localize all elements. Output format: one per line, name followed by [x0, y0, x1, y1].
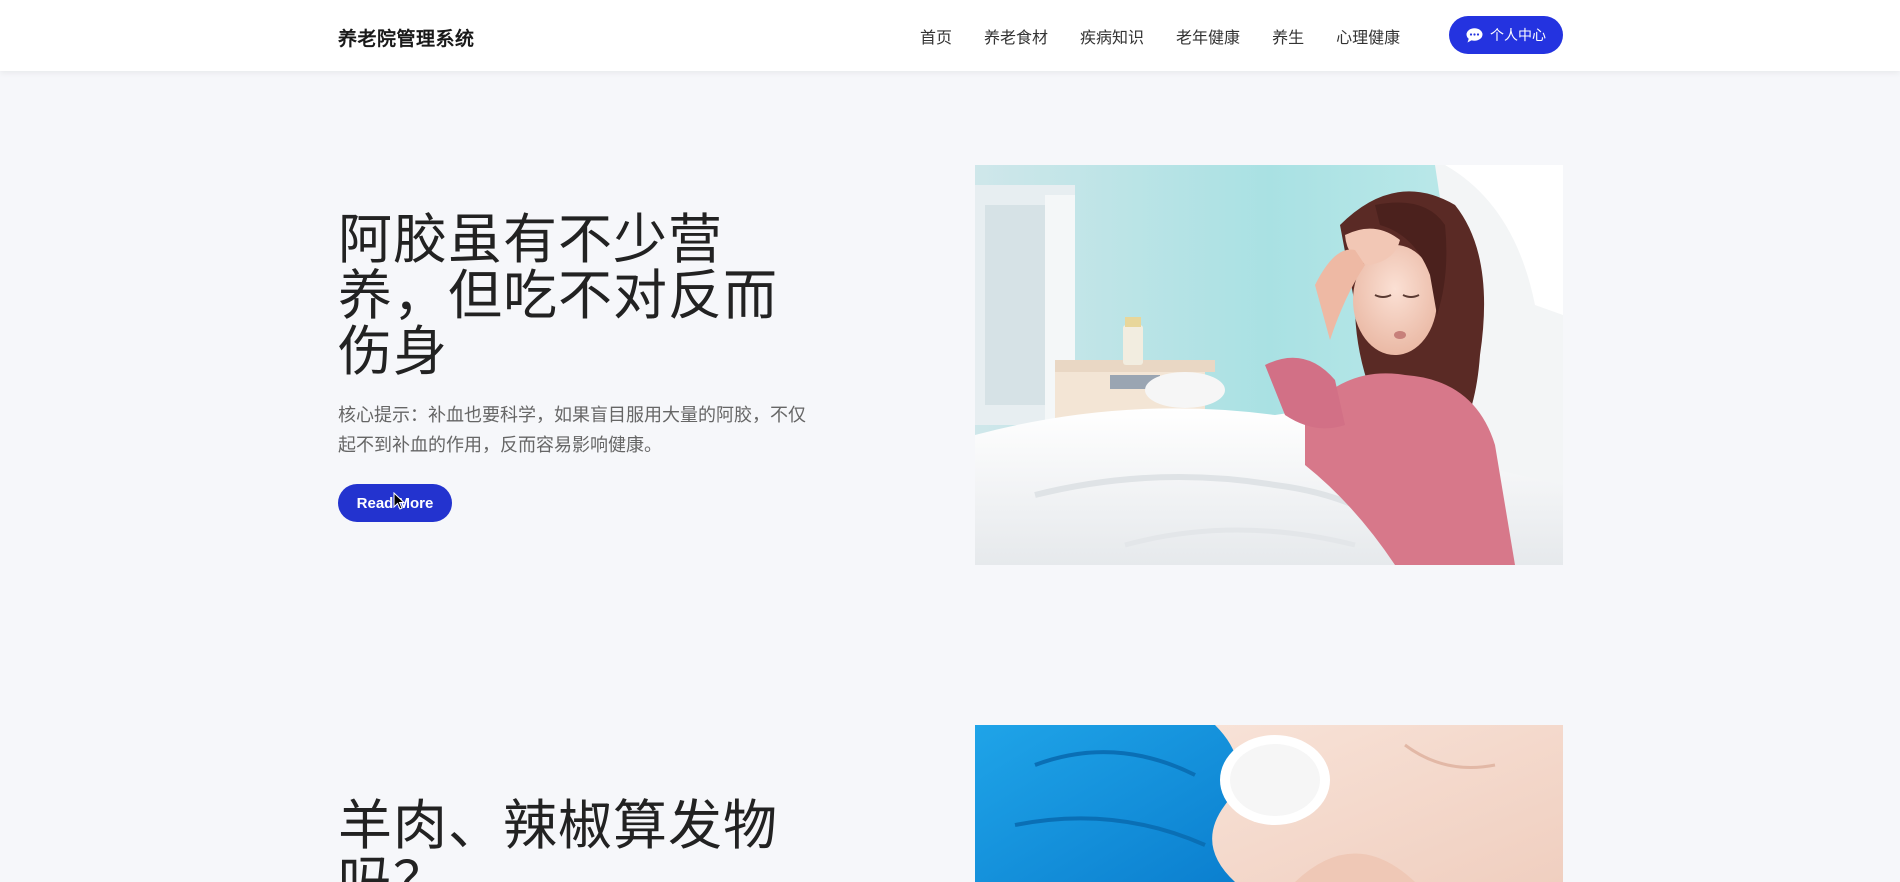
nav-item-home[interactable]: 首页 — [920, 24, 952, 48]
article-image[interactable] — [975, 725, 1563, 882]
article-title[interactable]: 羊肉、辣椒算发物吗？ — [338, 798, 808, 882]
mouse-cursor-icon — [393, 491, 406, 510]
nav-item-elderly-health[interactable]: 老年健康 — [1176, 24, 1240, 48]
chat-bubble-icon — [1466, 27, 1483, 43]
nav-item-mental-health[interactable]: 心理健康 — [1336, 24, 1400, 48]
top-navbar: 养老院管理系统 首页 养老食材 疾病知识 老年健康 养生 心理健康 个人中心 — [0, 0, 1900, 71]
user-center-label: 个人中心 — [1490, 28, 1546, 44]
site-brand[interactable]: 养老院管理系统 — [338, 24, 475, 51]
article-image[interactable] — [975, 165, 1563, 565]
article-title[interactable]: 阿胶虽有不少营养，但吃不对反而伤身 — [338, 212, 808, 380]
nav-item-disease-knowledge[interactable]: 疾病知识 — [1080, 24, 1144, 48]
article-description: 核心提示：补血也要科学，如果盲目服用大量的阿胶，不仅起不到补血的作用，反而容易影… — [338, 405, 806, 456]
user-center-button[interactable]: 个人中心 — [1449, 16, 1563, 54]
nav-item-wellness[interactable]: 养生 — [1272, 24, 1304, 48]
nav-item-elderly-food[interactable]: 养老食材 — [984, 24, 1048, 48]
main-nav: 首页 养老食材 疾病知识 老年健康 养生 心理健康 — [920, 24, 1400, 48]
